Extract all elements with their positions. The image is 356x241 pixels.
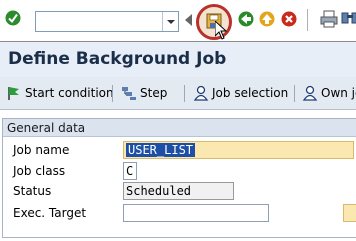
step-label: Step <box>140 86 168 100</box>
main-content: General data Job name USER_LIST Job clas… <box>0 110 356 241</box>
green-check-icon[interactable] <box>5 10 21 26</box>
status-label: Status <box>13 184 52 198</box>
user-icon <box>302 85 318 101</box>
step-icon <box>122 87 136 100</box>
system-toolbar <box>0 0 356 41</box>
start-condition-label: Start condition <box>25 86 114 100</box>
job-class-label: Job class <box>13 164 66 178</box>
job-name-field[interactable]: USER_LIST <box>123 141 354 159</box>
flag-icon <box>8 87 19 100</box>
job-class-value: C <box>126 164 134 178</box>
user-icon <box>193 85 209 101</box>
start-condition-button[interactable]: Start condition <box>6 83 114 103</box>
job-name-label: Job name <box>13 143 70 157</box>
print-icon[interactable] <box>320 10 338 28</box>
cancel-red-icon[interactable] <box>281 11 297 27</box>
job-class-field[interactable]: C <box>123 162 137 180</box>
group-header: General data <box>3 119 356 137</box>
exec-target-label: Exec. Target <box>13 206 87 220</box>
status-field: Scheduled <box>123 182 234 200</box>
command-field[interactable] <box>35 11 179 32</box>
job-selection-button[interactable]: Job selection <box>193 83 288 103</box>
page-title: Define Background Job <box>8 49 227 69</box>
toolbar-separator <box>112 85 113 102</box>
toolbar-separator <box>294 85 295 102</box>
own-jobs-button[interactable]: Own jo <box>302 83 356 103</box>
own-jobs-label: Own jo <box>321 86 356 100</box>
toolbar-separator <box>307 9 308 31</box>
back-green-icon[interactable] <box>238 11 254 27</box>
mouse-cursor-icon <box>215 21 227 40</box>
exit-yellow-icon[interactable] <box>259 11 275 27</box>
back-arrow-icon[interactable] <box>185 14 192 26</box>
application-toolbar: Start condition Step Job selection Own j… <box>0 77 356 110</box>
status-value: Scheduled <box>126 184 192 198</box>
command-field-dropdown-icon[interactable] <box>162 12 178 31</box>
job-name-value: USER_LIST <box>126 143 196 157</box>
step-button[interactable]: Step <box>121 83 167 103</box>
toolbar-separator <box>184 85 185 102</box>
find-icon[interactable] <box>341 10 356 28</box>
exec-target-side-field[interactable] <box>343 204 356 222</box>
exec-target-field[interactable] <box>123 204 269 222</box>
job-selection-label: Job selection <box>212 86 289 100</box>
group-title: General data <box>7 121 86 135</box>
title-bar: Define Background Job <box>0 42 356 77</box>
general-data-group: General data Job name USER_LIST Job clas… <box>2 118 356 238</box>
